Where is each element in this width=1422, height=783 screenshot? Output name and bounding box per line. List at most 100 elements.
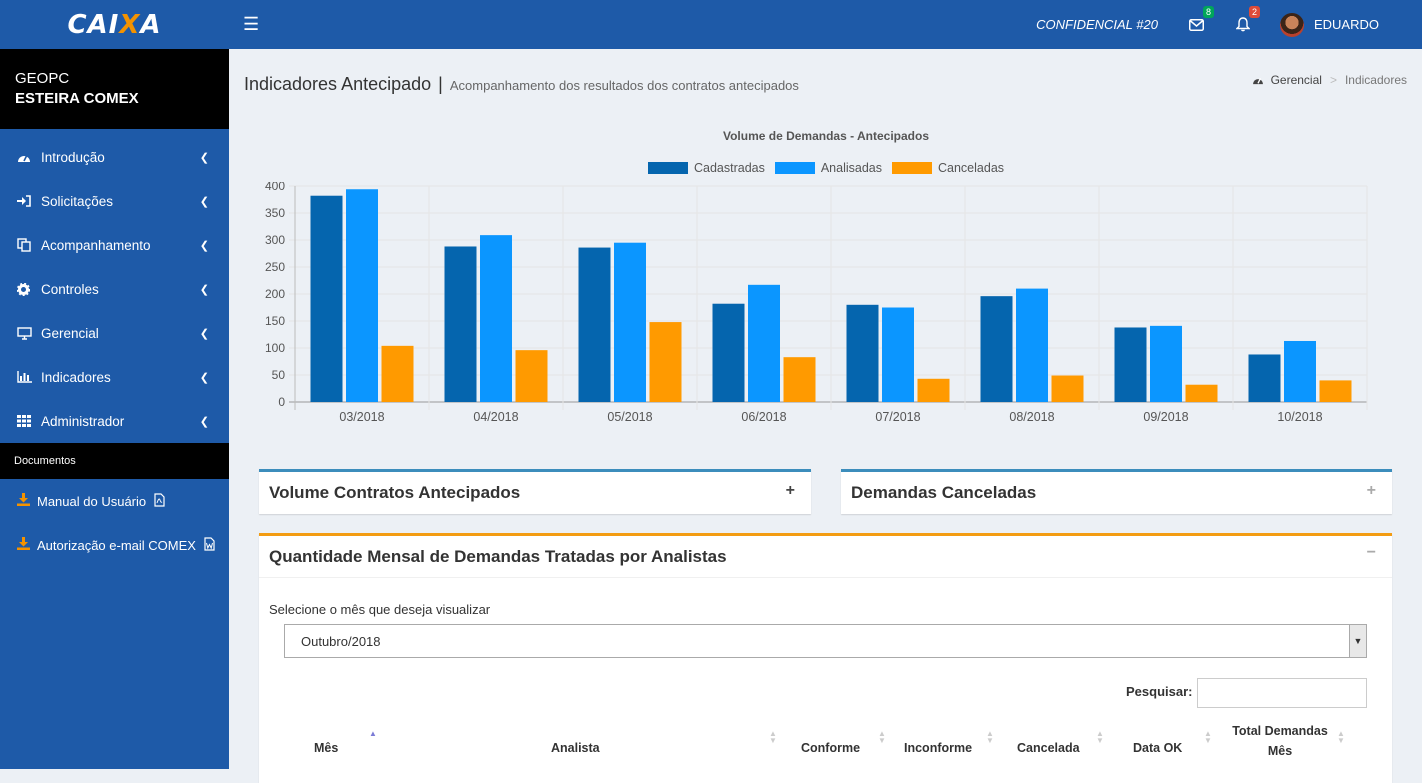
bar-analisadas-07-2018	[882, 307, 914, 402]
y-tick-label: 250	[265, 260, 285, 274]
y-tick-label: 300	[265, 233, 285, 247]
legend-item-cadastradas[interactable]: Cadastradas	[647, 161, 765, 175]
sidebar-item-introducao[interactable]: Introdução ❮	[0, 135, 229, 179]
user-menu[interactable]: EDUARDO	[1279, 12, 1379, 37]
sidebar-item-controles[interactable]: Controles ❮	[0, 267, 229, 311]
search-input[interactable]	[1197, 678, 1367, 708]
breadcrumb: Gerencial > Indicadores	[1252, 73, 1407, 87]
legend-item-canceladas[interactable]: Canceladas	[892, 161, 1004, 175]
box-divider	[259, 577, 1392, 578]
y-tick-label: 50	[272, 368, 286, 382]
page-title: Indicadores Antecipado | Acompanhamento …	[244, 74, 799, 95]
chevron-down-icon[interactable]: ▼	[1349, 625, 1366, 657]
legend-swatch	[892, 162, 932, 174]
x-tick-label: 04/2018	[473, 410, 518, 424]
bar-analisadas-03-2018	[346, 189, 378, 402]
column-header-total-demandas[interactable]: Total Demandas Mês	[1225, 721, 1335, 761]
column-header-analista[interactable]: Analista	[551, 741, 600, 755]
sidebar-item-label: Indicadores	[41, 369, 111, 385]
y-tick-label: 100	[265, 341, 285, 355]
page-subtitle: Acompanhamento dos resultados dos contra…	[449, 78, 799, 93]
sidebar-item-solicitacoes[interactable]: Solicitações ❮	[0, 179, 229, 223]
sort-icon[interactable]: ▲ ▼	[769, 730, 777, 745]
x-tick-label: 06/2018	[741, 410, 786, 424]
legend-swatch	[774, 162, 815, 174]
caixa-logo[interactable]: CAIXA	[0, 0, 229, 49]
document-manual-usuario[interactable]: Manual do Usuário	[0, 479, 229, 523]
sidebar-item-gerencial[interactable]: Gerencial ❮	[0, 311, 229, 355]
dashboard-icon	[17, 151, 33, 163]
column-header-cancelada[interactable]: Cancelada	[1017, 741, 1080, 755]
chevron-left-icon: ❮	[199, 371, 209, 384]
bar-canceladas-08-2018	[1051, 375, 1084, 402]
column-header-data-ok[interactable]: Data OK	[1133, 741, 1182, 755]
bar-analisadas-09-2018	[1150, 325, 1182, 402]
legend-item-analisadas[interactable]: Analisadas	[774, 161, 882, 175]
bar-canceladas-03-2018	[381, 345, 414, 402]
download-icon	[17, 493, 30, 509]
bar-cadastradas-10-2018	[1248, 354, 1281, 402]
bar-cadastradas-09-2018	[1114, 327, 1147, 402]
sort-icon[interactable]: ▲ ▼	[878, 730, 886, 745]
bar-cadastradas-06-2018	[712, 303, 745, 402]
month-select[interactable]: Outubro/2018 ▼	[284, 624, 1367, 658]
expand-plus-icon[interactable]: +	[786, 482, 795, 500]
document-autorizacao-email[interactable]: Autorização e-mail COMEX	[0, 523, 229, 567]
top-navbar: CAIXA ☰ CONFIDENCIAL #20 8 2 EDUARDO	[0, 0, 1422, 49]
sign-in-icon	[17, 195, 33, 207]
bar-cadastradas-05-2018	[578, 247, 611, 402]
expand-plus-icon[interactable]: +	[1367, 482, 1376, 500]
breadcrumb-home-link[interactable]: Gerencial	[1271, 73, 1322, 87]
y-tick-label: 0	[278, 395, 285, 409]
bar-cadastradas-03-2018	[310, 195, 343, 402]
gear-icon	[17, 282, 33, 296]
box-demandas-canceladas: Demandas Canceladas +	[841, 469, 1392, 514]
sidebar-toggle-icon[interactable]: ☰	[243, 14, 259, 35]
sort-asc-icon[interactable]: ▲	[369, 730, 377, 738]
sidebar-section-documentos: Documentos	[0, 443, 229, 479]
sidebar-item-acompanhamento[interactable]: Acompanhamento ❮	[0, 223, 229, 267]
breadcrumb-separator: >	[1329, 73, 1337, 87]
envelope-icon[interactable]: 8	[1188, 5, 1214, 34]
bar-canceladas-05-2018	[649, 322, 682, 402]
page-title-text: Indicadores Antecipado	[244, 74, 432, 94]
sidebar-item-administrador[interactable]: Administrador ❮	[0, 399, 229, 443]
sort-icon[interactable]: ▲ ▼	[1096, 730, 1104, 745]
confidencial-label: CONFIDENCIAL #20	[1036, 17, 1158, 32]
column-header-mes[interactable]: Mês	[314, 741, 338, 755]
collapse-minus-icon[interactable]: −	[1367, 544, 1376, 562]
chevron-left-icon: ❮	[199, 195, 209, 208]
bar-cadastradas-07-2018	[846, 304, 879, 402]
x-tick-label: 07/2018	[875, 410, 920, 424]
y-tick-label: 150	[265, 314, 285, 328]
sidebar-item-label: Acompanhamento	[41, 237, 151, 253]
bar-analisadas-08-2018	[1016, 288, 1048, 402]
bar-canceladas-04-2018	[515, 350, 548, 402]
month-select-value: Outubro/2018	[301, 634, 381, 649]
sort-icon[interactable]: ▲ ▼	[1204, 730, 1212, 745]
sidebar-item-indicadores[interactable]: Indicadores ❮	[0, 355, 229, 399]
column-header-inconforme[interactable]: Inconforme	[904, 741, 972, 755]
bar-canceladas-07-2018	[917, 378, 950, 402]
bar-analisadas-10-2018	[1284, 340, 1316, 402]
x-tick-label: 08/2018	[1009, 410, 1054, 424]
box-title: Demandas Canceladas	[851, 483, 1037, 502]
box-volume-contratos: Volume Contratos Antecipados +	[259, 469, 811, 514]
logo-text-end: A	[140, 9, 162, 40]
bar-chart-icon	[17, 371, 33, 383]
legend-label: Canceladas	[938, 161, 1005, 175]
x-tick-label: 03/2018	[339, 410, 384, 424]
y-tick-label: 200	[265, 287, 285, 301]
y-tick-label: 350	[265, 206, 285, 220]
sort-icon[interactable]: ▲ ▼	[1337, 730, 1345, 745]
chart-plot: 0 50 100 150 200 250 300 350 400 03/2018 04/2018 05…	[265, 182, 1368, 424]
bell-icon[interactable]: 2	[1234, 5, 1260, 34]
user-name: EDUARDO	[1313, 17, 1379, 32]
chart-title: Volume de Demandas - Antecipados	[722, 129, 930, 143]
chevron-left-icon: ❮	[199, 327, 209, 340]
box-title: Volume Contratos Antecipados	[269, 483, 521, 502]
sort-icon[interactable]: ▲ ▼	[986, 730, 994, 745]
column-header-conforme[interactable]: Conforme	[801, 741, 860, 755]
sidebar-item-label: Gerencial	[41, 325, 99, 341]
y-tick-label: 400	[265, 182, 285, 193]
